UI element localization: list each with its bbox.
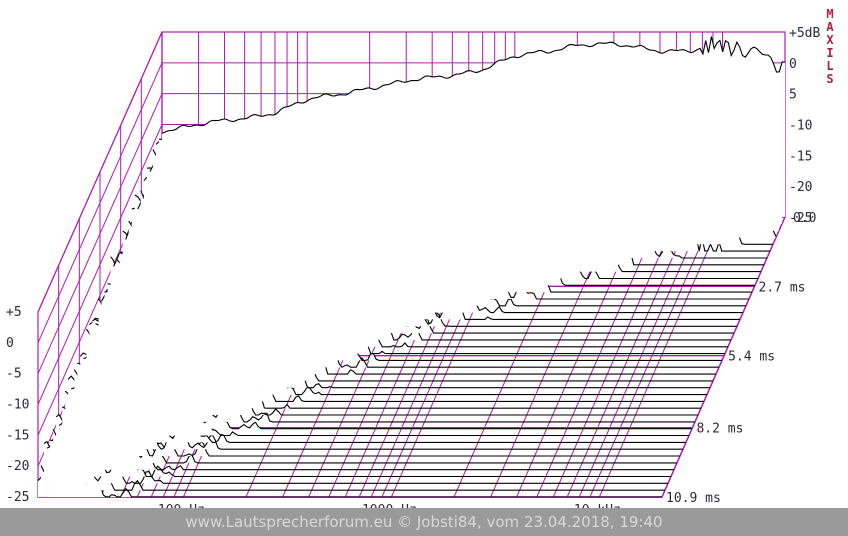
back-level-tick-label: 5 <box>789 88 797 103</box>
time-tick-label: 10.9 ms <box>666 491 721 506</box>
brand-letter: I <box>826 46 833 60</box>
front-level-tick-label: -15 <box>6 428 29 443</box>
time-tick-label: 0.0 <box>793 211 816 226</box>
back-level-tick-label: 0 <box>789 57 797 72</box>
front-level-tick-label: -10 <box>6 398 29 413</box>
time-tick-label: 5.4 ms <box>728 350 775 365</box>
brand-letter: M <box>826 7 833 21</box>
brand-letter: L <box>826 59 833 73</box>
waterfall-chart: +5dB05-10-15-20-25MAXILS+50-5-10-15-20-2… <box>6 7 834 518</box>
copyright-footer: www.Lautsprecherforum.eu © Jobsti84, vom… <box>0 508 848 536</box>
brand-letter: X <box>826 33 834 47</box>
back-level-tick-label: +5dB <box>789 26 820 41</box>
time-tick-label: 8.2 ms <box>696 422 743 437</box>
brand-letter: A <box>826 20 834 34</box>
slice-mask <box>162 36 785 217</box>
back-level-tick-label: -20 <box>789 180 812 195</box>
footer-credit: www.Lautsprecherforum.eu © Jobsti84, vom… <box>185 513 663 531</box>
back-level-tick-label: -10 <box>789 119 812 134</box>
front-level-tick-label: +5 <box>6 305 22 320</box>
brand-letter: S <box>826 72 833 86</box>
front-level-tick-label: -20 <box>6 459 29 474</box>
back-level-tick-label: -15 <box>789 149 812 164</box>
front-level-tick-label: -5 <box>6 367 22 382</box>
time-tick-label: 2.7 ms <box>759 280 806 295</box>
front-level-tick-label: 0 <box>6 336 14 351</box>
front-level-tick-label: -25 <box>6 490 29 505</box>
